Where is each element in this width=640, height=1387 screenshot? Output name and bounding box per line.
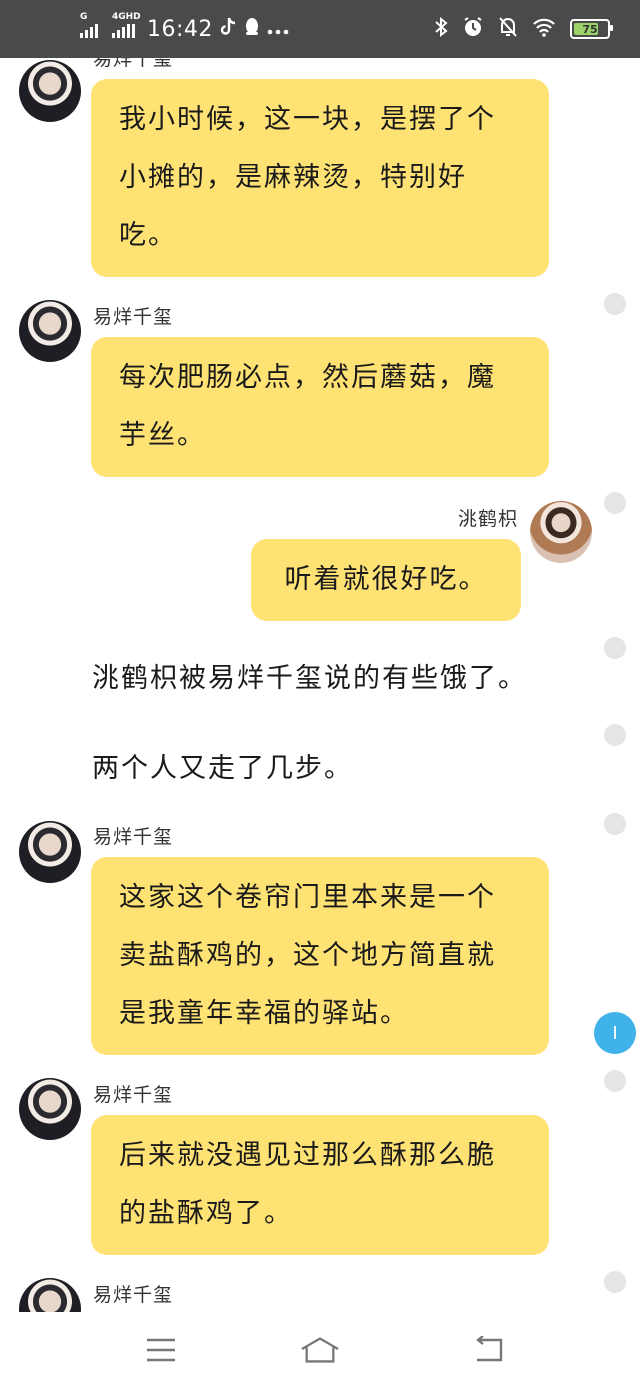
battery-level: 75 (582, 22, 598, 36)
read-indicator (604, 1271, 626, 1293)
scroll-position-button[interactable]: I (594, 1012, 636, 1054)
message-bubble[interactable]: 每次肥肠必点，然后蘑菇，魔芋丝。 (91, 337, 549, 477)
navigation-bar (0, 1312, 640, 1387)
message-bubble[interactable]: 后来就没遇见过那么酥那么脆的盐酥鸡了。 (91, 1115, 549, 1255)
bluetooth-icon (434, 16, 448, 42)
back-icon[interactable] (468, 1330, 508, 1370)
read-indicator (604, 637, 626, 659)
sender-name: 易烊千玺 (93, 1284, 174, 1306)
avatar[interactable] (19, 60, 81, 122)
menu-icon[interactable] (141, 1330, 181, 1370)
avatar[interactable] (530, 501, 592, 563)
read-indicator (604, 293, 626, 315)
alarm-icon (462, 16, 484, 43)
mute-notification-icon (498, 16, 518, 43)
battery-icon: 75 (570, 19, 613, 39)
home-icon[interactable] (300, 1330, 340, 1370)
scroll-position-label: I (612, 1022, 618, 1044)
tiktok-icon (219, 17, 237, 42)
avatar[interactable] (19, 300, 81, 362)
message-bubble[interactable]: 我小时候，这一块，是摆了个小摊的，是麻辣烫，特别好吃。 (91, 79, 549, 277)
sender-name: 洮鹤枳 (457, 508, 518, 530)
sender-name: 易烊千玺 (93, 306, 174, 328)
avatar[interactable] (19, 821, 81, 883)
signal-4g-label: 4GHD (112, 12, 141, 22)
sender-name: 易烊千玺 (93, 58, 174, 70)
signal-4g-icon: 4GHD (112, 12, 141, 38)
sender-name: 易烊千玺 (93, 1084, 174, 1106)
read-indicator (604, 1070, 626, 1092)
message-bubble[interactable]: 听着就很好吃。 (251, 539, 521, 621)
read-indicator (604, 813, 626, 835)
read-indicator (604, 492, 626, 514)
status-bar: G 4GHD 16:42 75 (0, 0, 640, 58)
signal-label: G (80, 12, 88, 22)
wifi-icon (532, 17, 556, 42)
narration-text: 洮鹤枳被易烊千玺说的有些饿了。 (92, 663, 527, 694)
read-indicator (604, 724, 626, 746)
status-right: 75 (434, 14, 613, 44)
status-left: G 4GHD 16:42 (80, 12, 289, 44)
sender-name: 易烊千玺 (93, 826, 174, 848)
signal-icon: G (80, 12, 98, 38)
avatar[interactable] (19, 1278, 81, 1312)
message-bubble[interactable]: 这家这个卷帘门里本来是一个卖盐酥鸡的，这个地方简直就是我童年幸福的驿站。 (91, 857, 549, 1055)
more-icon (267, 19, 289, 40)
narration-text: 两个人又走了几步。 (92, 753, 353, 784)
clock: 16:42 (147, 16, 213, 42)
chat-list[interactable]: 易烊千玺 我小时候，这一块，是摆了个小摊的，是麻辣烫，特别好吃。 易烊千玺 每次… (0, 58, 640, 1312)
avatar[interactable] (19, 1078, 81, 1140)
qq-icon (243, 17, 261, 42)
